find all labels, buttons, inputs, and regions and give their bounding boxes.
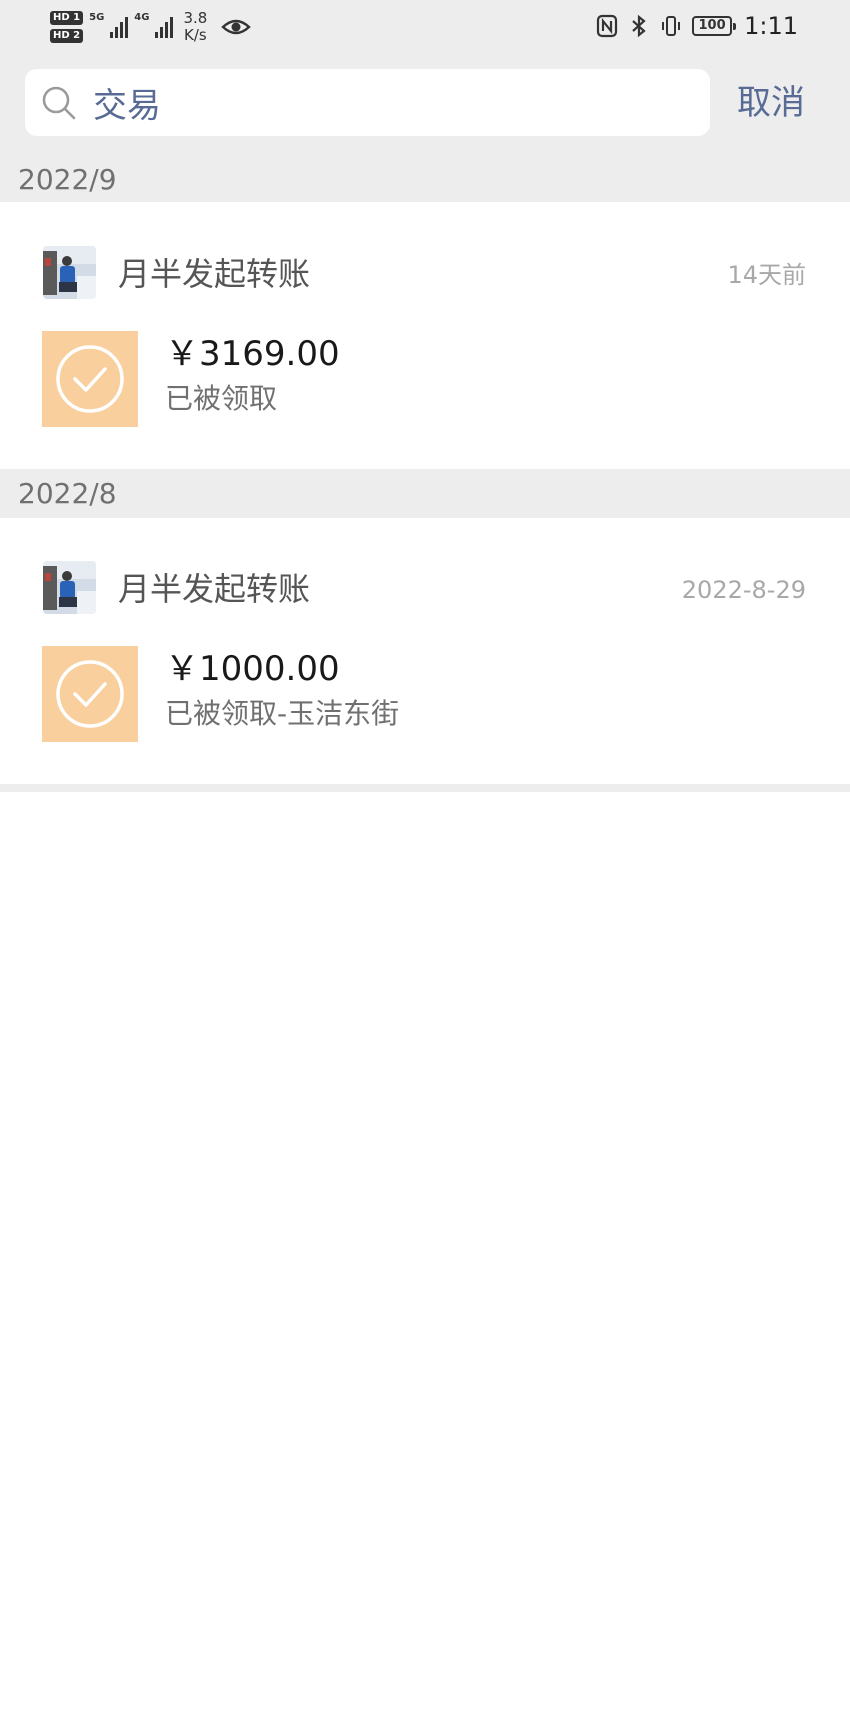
transfer-amount: ￥1000.00 — [165, 649, 340, 689]
transfer-amount: ￥3169.00 — [165, 334, 340, 374]
vibrate-icon — [662, 16, 681, 36]
search-input[interactable]: 交易 — [25, 69, 710, 136]
status-bar-right: 100 1:11 — [596, 8, 798, 44]
nfc-icon — [596, 14, 618, 38]
sender-label: 月半发起转账 — [118, 570, 311, 608]
avatar[interactable] — [43, 246, 96, 299]
top-area: HD 1 HD 2 5G 4G 3.8 K/s 100 1:11 交易 取消 — [0, 0, 850, 156]
status-bar-left: HD 1 HD 2 5G 4G 3.8 K/s — [50, 6, 252, 48]
network-speed-unit: K/s — [184, 26, 207, 44]
signal-2-icon — [155, 16, 174, 38]
avatar-photo — [43, 561, 96, 614]
transfer-time: 2022-8-29 — [681, 576, 806, 604]
network-speed-value: 3.8 — [183, 9, 208, 27]
network-speed: 3.8 K/s — [183, 10, 207, 44]
eye-icon — [221, 19, 252, 35]
transfer-status: 已被领取 — [165, 382, 278, 415]
search-query-text[interactable]: 交易 — [93, 78, 161, 127]
section-date-header: 2022/9 — [0, 156, 850, 202]
transfer-received-icon — [42, 331, 138, 427]
transfer-card[interactable]: 月半发起转账 14天前 ￥3169.00 已被领取 — [0, 202, 850, 469]
transfer-received-icon — [42, 646, 138, 742]
hd1-badge: HD 1 — [50, 11, 84, 25]
section-date-header: 2022/8 — [0, 469, 850, 518]
status-bar: HD 1 HD 2 5G 4G 3.8 K/s 100 1:11 — [0, 0, 850, 52]
network-type-2: 4G — [134, 12, 150, 23]
transfer-status: 已被领取-玉洁东街 — [165, 697, 400, 730]
bluetooth-icon — [632, 14, 646, 38]
search-icon — [42, 86, 76, 119]
signal-1-icon — [110, 16, 129, 38]
status-bar-time: 1:11 — [744, 12, 798, 40]
avatar-photo — [43, 246, 96, 299]
cancel-button[interactable]: 取消 — [737, 78, 805, 128]
avatar[interactable] — [43, 561, 96, 614]
network-type-1: 5G — [89, 12, 105, 23]
list-end-divider — [0, 784, 850, 792]
hd2-badge: HD 2 — [50, 29, 84, 43]
battery-icon: 100 — [692, 16, 737, 36]
hd-indicators: HD 1 HD 2 — [50, 11, 84, 43]
sender-label: 月半发起转账 — [118, 255, 311, 293]
transfer-time: 14天前 — [727, 261, 806, 289]
transfer-card[interactable]: 月半发起转账 2022-8-29 ￥1000.00 已被领取-玉洁东街 — [0, 518, 850, 784]
